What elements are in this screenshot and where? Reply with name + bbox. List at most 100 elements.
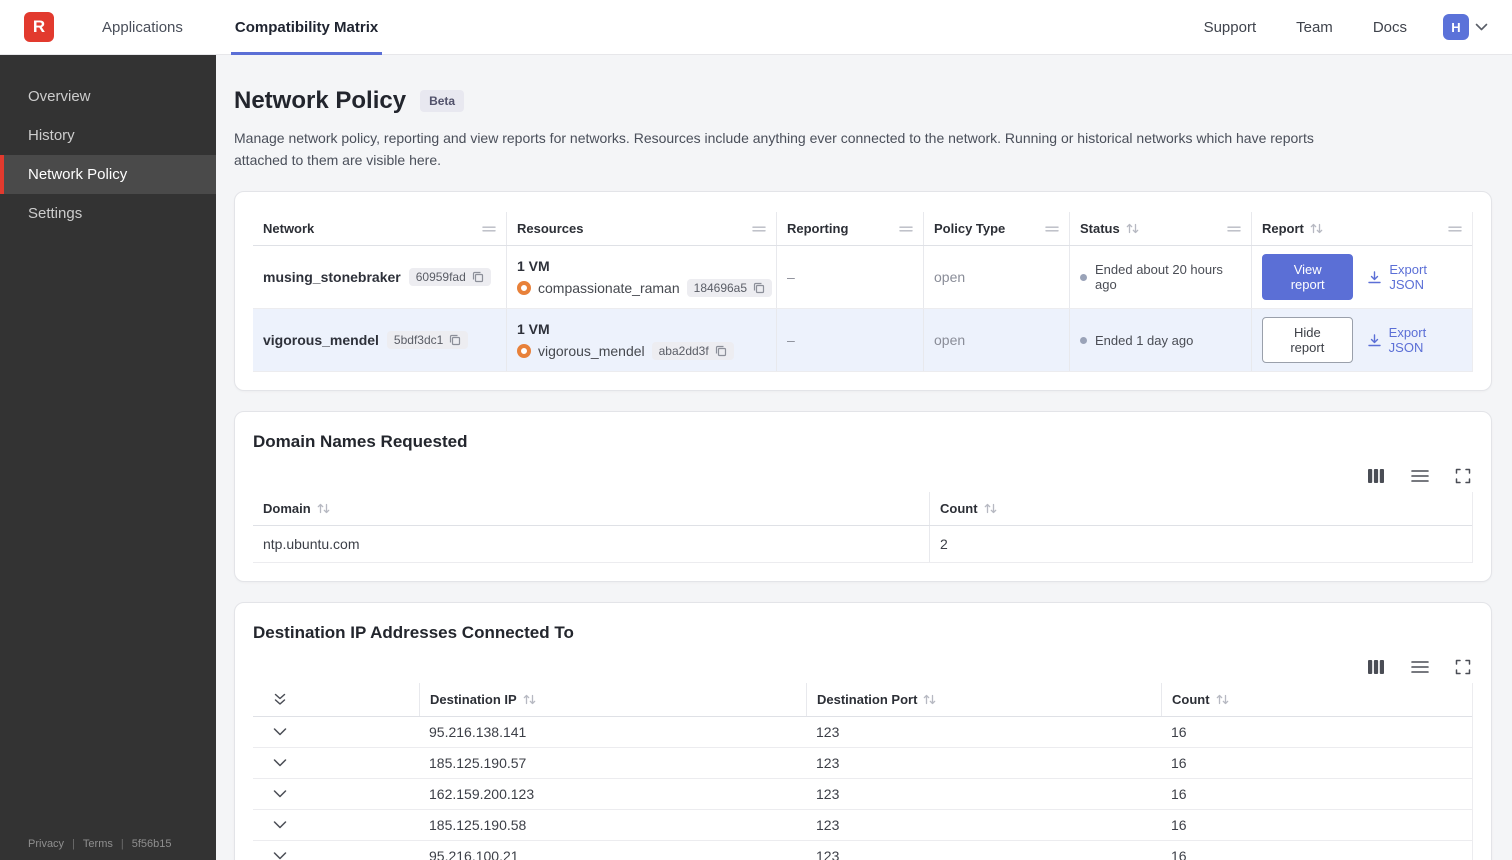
chevron-down-icon[interactable]: [273, 759, 287, 767]
terms-link[interactable]: Terms: [83, 838, 113, 850]
column-header-network[interactable]: Network: [253, 212, 506, 245]
destination-row: 95.216.138.141 123 16: [253, 717, 1472, 749]
column-header-destination-port[interactable]: Destination Port: [806, 683, 1161, 717]
policy-type-cell: open: [923, 309, 1069, 372]
column-header-status[interactable]: Status: [1069, 212, 1251, 246]
app-logo[interactable]: R: [24, 12, 54, 42]
columns-icon[interactable]: [1367, 659, 1385, 675]
reporting-cell: –: [776, 246, 923, 309]
sidebar-item-settings[interactable]: Settings: [0, 194, 216, 233]
copy-icon[interactable]: [715, 345, 727, 357]
network-name-cell: musing_stonebraker 60959fad: [253, 246, 506, 308]
export-json-link[interactable]: Export JSON: [1367, 262, 1462, 292]
policy-type-cell: open: [923, 246, 1069, 309]
destinations-toolbar: [255, 659, 1471, 675]
status-cell: Ended about 20 hours ago: [1069, 246, 1251, 309]
fullscreen-icon[interactable]: [1455, 659, 1471, 675]
domains-toolbar: [255, 468, 1471, 484]
destination-port-cell: 123: [816, 786, 840, 803]
chevron-down-icon[interactable]: [273, 790, 287, 798]
domains-table: Domain Count ntp.ubuntu.com 2: [253, 492, 1473, 564]
chevron-down-icon[interactable]: [273, 728, 287, 736]
domain-row: ntp.ubuntu.com 2: [253, 526, 1472, 564]
rows-icon[interactable]: [1411, 660, 1429, 674]
double-chevron-down-icon[interactable]: [273, 693, 287, 706]
hide-report-button[interactable]: Hide report: [1262, 317, 1353, 364]
status-text: Ended 1 day ago: [1095, 332, 1194, 348]
destination-row: 185.125.190.57 123 16: [253, 748, 1472, 780]
chevron-down-icon[interactable]: [273, 852, 287, 860]
resource-name: vigorous_mendel: [538, 342, 645, 359]
export-json-link[interactable]: Export JSON: [1367, 325, 1462, 355]
sort-icon: [984, 503, 997, 514]
network-name: musing_stonebraker: [263, 269, 401, 286]
copy-icon[interactable]: [753, 282, 765, 294]
column-label: Destination Port: [817, 692, 918, 708]
column-header-reporting[interactable]: Reporting: [776, 212, 923, 246]
network-id-badge: 5bdf3dc1: [386, 331, 469, 350]
copy-icon[interactable]: [472, 271, 484, 283]
resource-id-badge: aba2dd3f: [651, 341, 734, 360]
count-cell: 16: [1171, 817, 1187, 834]
column-label: Network: [263, 221, 315, 237]
resources-cell: 1 VM compassionate_raman 184696a5: [506, 246, 776, 309]
column-header-policy-type[interactable]: Policy Type: [923, 212, 1069, 246]
nav-link-team[interactable]: Team: [1296, 19, 1333, 36]
column-menu-icon[interactable]: [752, 224, 766, 234]
chevron-down-icon[interactable]: [273, 821, 287, 829]
column-header-count[interactable]: Count: [1161, 683, 1472, 717]
destinations-card: Destination IP Addresses Connected To De…: [234, 602, 1492, 860]
sort-icon: [923, 694, 936, 705]
nav-tab-compatibility-matrix[interactable]: Compatibility Matrix: [230, 0, 383, 55]
column-menu-icon[interactable]: [1227, 224, 1241, 234]
column-header-domain[interactable]: Domain: [253, 492, 929, 525]
column-menu-icon[interactable]: [1045, 224, 1059, 234]
columns-icon[interactable]: [1367, 468, 1385, 484]
column-header-destination-ip[interactable]: Destination IP: [419, 683, 806, 717]
column-label: Destination IP: [430, 692, 517, 708]
privacy-link[interactable]: Privacy: [28, 838, 64, 850]
chevron-down-icon[interactable]: [1475, 23, 1488, 31]
nav-link-docs[interactable]: Docs: [1373, 19, 1407, 36]
count-cell: 16: [1171, 755, 1187, 772]
nav-link-support[interactable]: Support: [1204, 19, 1257, 36]
user-avatar[interactable]: H: [1443, 14, 1469, 40]
network-id: 5bdf3dc1: [393, 333, 444, 348]
sidebar-item-overview[interactable]: Overview: [0, 77, 216, 116]
resource-id: aba2dd3f: [658, 343, 709, 358]
footer-divider: |: [72, 838, 75, 850]
destinations-card-title: Destination IP Addresses Connected To: [253, 623, 574, 643]
resource-icon: [517, 280, 531, 295]
column-header-report[interactable]: Report: [1251, 212, 1472, 246]
sidebar-item-history[interactable]: History: [0, 116, 216, 155]
copy-icon[interactable]: [449, 334, 461, 346]
sidebar-item-network-policy[interactable]: Network Policy: [0, 155, 216, 194]
column-menu-icon[interactable]: [482, 224, 496, 234]
column-header-resources[interactable]: Resources: [506, 212, 776, 246]
sort-icon: [1310, 223, 1323, 234]
resources-cell: 1 VM vigorous_mendel aba2dd3f: [506, 309, 776, 372]
column-header-count[interactable]: Count: [929, 492, 1472, 526]
column-menu-icon[interactable]: [899, 224, 913, 234]
status-dot: [1080, 336, 1087, 344]
column-label: Count: [1172, 692, 1210, 708]
domains-card-title: Domain Names Requested: [253, 432, 468, 452]
export-json-label: Export JSON: [1389, 262, 1427, 293]
sidebar: Overview History Network Policy Settings…: [0, 55, 216, 860]
footer-divider: |: [120, 838, 124, 850]
column-label: Report: [1262, 221, 1304, 237]
fullscreen-icon[interactable]: [1455, 468, 1471, 484]
destination-row: 95.216.100.21 123 16: [253, 841, 1472, 860]
nav-tab-applications[interactable]: Applications: [98, 0, 187, 55]
status-dot: [1080, 273, 1087, 281]
resource-icon: [517, 343, 531, 358]
sort-icon: [317, 503, 330, 514]
domain-cell: ntp.ubuntu.com: [263, 536, 360, 553]
count-cell: 2: [929, 526, 1472, 563]
view-report-button[interactable]: View report: [1262, 254, 1354, 301]
destination-row: 185.125.190.58 123 16: [253, 810, 1472, 842]
destination-port-cell: 123: [816, 724, 840, 741]
status-cell: Ended 1 day ago: [1069, 309, 1251, 372]
rows-icon[interactable]: [1411, 469, 1429, 483]
column-menu-icon[interactable]: [1448, 224, 1462, 234]
